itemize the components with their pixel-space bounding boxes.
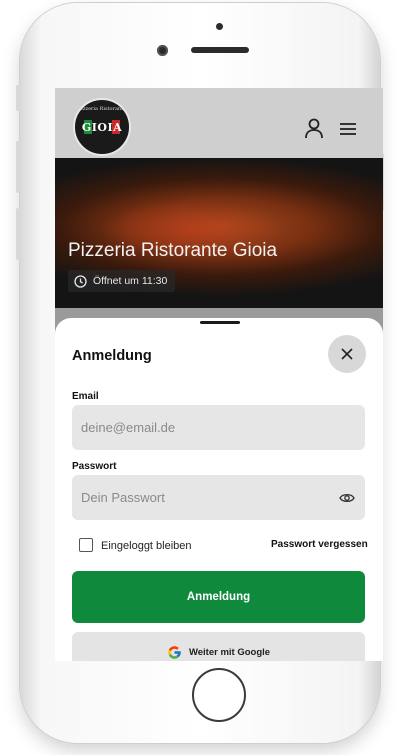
login-button[interactable]: Anmeldung — [72, 571, 365, 623]
home-button[interactable] — [192, 668, 246, 722]
opening-hours-badge: Öffnet um 11:30 — [68, 270, 176, 292]
close-button[interactable] — [328, 335, 366, 373]
opening-hours-text: Öffnet um 11:30 — [93, 275, 168, 287]
phone-screen: Pizzeria Ristorante GIOIA Pizzeria Risto… — [55, 88, 383, 661]
hero-banner: Pizzeria Ristorante Gioia Öffnet um 11:3… — [55, 158, 383, 308]
side-button — [16, 141, 21, 193]
menu-icon[interactable] — [338, 121, 358, 137]
restaurant-name: Pizzeria Ristorante Gioia — [68, 240, 278, 261]
phone-frame: Pizzeria Ristorante GIOIA Pizzeria Risto… — [16, 3, 384, 743]
google-button-label: Weiter mit Google — [188, 646, 271, 658]
password-label: Passwort — [72, 461, 117, 472]
logo-text: GIOIA — [81, 121, 123, 134]
side-button — [16, 208, 21, 260]
login-title: Anmeldung — [72, 348, 152, 364]
password-field[interactable] — [72, 475, 365, 520]
sensor-dot — [216, 23, 223, 30]
remember-me-label[interactable]: Eingeloggt bleiben — [101, 540, 192, 552]
google-icon — [168, 645, 181, 659]
earpiece-speaker — [191, 47, 249, 53]
logo-arc-text: Pizzeria Ristorante — [77, 106, 127, 112]
google-login-button[interactable]: Weiter mit Google — [72, 632, 365, 661]
close-icon — [341, 348, 353, 360]
side-button — [16, 85, 21, 111]
user-icon[interactable] — [303, 117, 325, 139]
email-label: Email — [72, 391, 99, 402]
sheet-drag-handle[interactable] — [200, 321, 240, 324]
front-camera — [157, 45, 168, 56]
remember-me-checkbox[interactable] — [79, 538, 93, 552]
restaurant-logo[interactable]: Pizzeria Ristorante GIOIA — [73, 98, 131, 156]
forgot-password-link[interactable]: Passwort vergessen — [271, 539, 368, 550]
login-sheet: Anmeldung Email Passwort Eingeloggt blei… — [55, 318, 383, 661]
clock-icon — [74, 274, 87, 288]
top-bar: Pizzeria Ristorante GIOIA — [55, 88, 383, 158]
eye-icon[interactable] — [339, 492, 355, 504]
email-field[interactable] — [72, 405, 365, 450]
login-button-label: Anmeldung — [186, 591, 251, 603]
